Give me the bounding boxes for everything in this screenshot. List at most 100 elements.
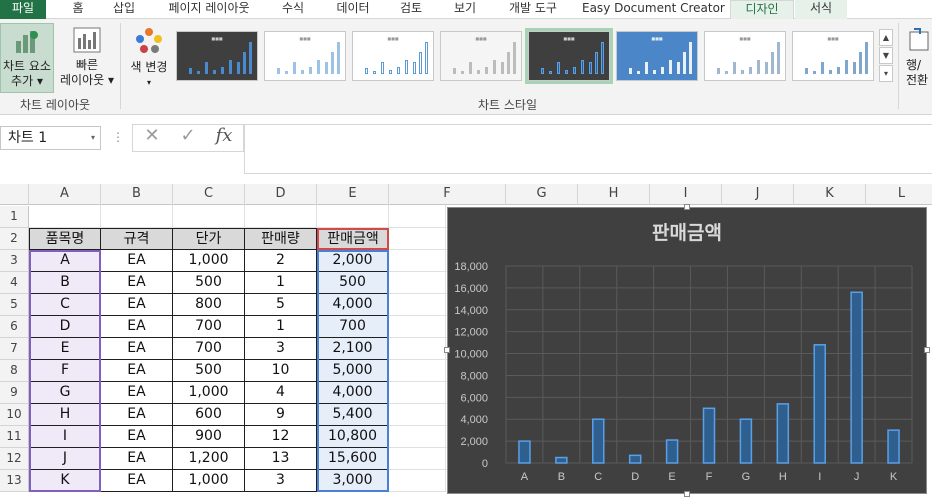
table-cell[interactable]: 10 bbox=[245, 360, 317, 382]
tab-view[interactable]: 보기 bbox=[444, 0, 486, 19]
table-cell[interactable]: 5,400 bbox=[317, 404, 389, 426]
column-header[interactable]: I bbox=[650, 184, 722, 205]
table-cell[interactable]: 4 bbox=[245, 382, 317, 404]
table-cell[interactable]: 1,000 bbox=[173, 382, 245, 404]
chart-style-1[interactable]: ■■■ bbox=[176, 31, 258, 81]
table-cell[interactable]: 500 bbox=[173, 360, 245, 382]
add-chart-element-button[interactable]: 차트 요소 추가 ▾ bbox=[0, 23, 54, 93]
row-header[interactable]: 7 bbox=[0, 338, 29, 360]
table-header-cell[interactable]: 규격 bbox=[101, 228, 173, 250]
switch-row-column-button[interactable]: 행/ 전환 bbox=[906, 23, 932, 93]
table-cell[interactable]: EA bbox=[101, 250, 173, 272]
resize-handle[interactable] bbox=[444, 347, 450, 353]
table-cell[interactable]: 700 bbox=[173, 338, 245, 360]
formula-input[interactable] bbox=[244, 124, 932, 174]
cancel-icon[interactable]: ✕ bbox=[137, 125, 167, 149]
table-cell[interactable]: 15,600 bbox=[317, 448, 389, 470]
table-header-cell[interactable]: 품목명 bbox=[29, 228, 101, 250]
quick-layout-button[interactable]: 빠른 레이아웃 ▾ bbox=[57, 23, 117, 93]
tab-home[interactable]: 홈 bbox=[60, 0, 96, 19]
chart-style-6[interactable]: ■■■ bbox=[616, 31, 698, 81]
table-cell[interactable]: 10,800 bbox=[317, 426, 389, 448]
table-cell[interactable]: EA bbox=[101, 338, 173, 360]
row-header[interactable]: 8 bbox=[0, 360, 29, 382]
table-cell[interactable]: H bbox=[29, 404, 101, 426]
table-cell[interactable]: 9 bbox=[245, 404, 317, 426]
table-cell[interactable]: 600 bbox=[173, 404, 245, 426]
table-cell[interactable]: B bbox=[29, 272, 101, 294]
tab-format[interactable]: 서식 bbox=[795, 0, 847, 19]
tab-review[interactable]: 검토 bbox=[390, 0, 432, 19]
chart-style-8[interactable]: ■■■ bbox=[792, 31, 874, 81]
column-header[interactable]: B bbox=[101, 184, 173, 205]
chart[interactable]: 판매금액 0 2,000 4,000 6,000 8,000 10,000 12,000 14… bbox=[447, 207, 927, 494]
row-header[interactable]: 3 bbox=[0, 250, 29, 272]
table-cell[interactable]: EA bbox=[101, 316, 173, 338]
table-cell[interactable]: 3 bbox=[245, 470, 317, 492]
table-cell[interactable]: 500 bbox=[317, 272, 389, 294]
row-header[interactable]: 4 bbox=[0, 272, 29, 294]
chart-style-7[interactable]: ■■■ bbox=[704, 31, 786, 81]
table-cell[interactable]: 4,000 bbox=[317, 294, 389, 316]
table-cell[interactable]: 1 bbox=[245, 316, 317, 338]
table-cell[interactable]: 1 bbox=[245, 272, 317, 294]
column-header[interactable]: F bbox=[389, 184, 506, 205]
resize-handle[interactable] bbox=[684, 491, 690, 497]
chart-style-3[interactable]: ■■■ bbox=[352, 31, 434, 81]
row-header[interactable]: 10 bbox=[0, 404, 29, 426]
tab-developer[interactable]: 개발 도구 bbox=[498, 0, 568, 19]
table-cell[interactable]: 2,100 bbox=[317, 338, 389, 360]
table-cell[interactable]: 3,000 bbox=[317, 470, 389, 492]
table-cell[interactable]: J bbox=[29, 448, 101, 470]
table-cell[interactable]: G bbox=[29, 382, 101, 404]
table-cell[interactable]: F bbox=[29, 360, 101, 382]
tab-formulas[interactable]: 수식 bbox=[272, 0, 314, 19]
table-cell[interactable]: 900 bbox=[173, 426, 245, 448]
column-header[interactable]: E bbox=[317, 184, 389, 205]
gallery-more-button[interactable]: ▾ bbox=[879, 65, 893, 82]
table-cell[interactable]: 1,200 bbox=[173, 448, 245, 470]
change-colors-button[interactable]: 색 변경 ▾ bbox=[124, 23, 174, 93]
table-cell[interactable]: 500 bbox=[173, 272, 245, 294]
more-options-icon[interactable]: ⋮ bbox=[112, 126, 124, 150]
table-cell[interactable]: 2 bbox=[245, 250, 317, 272]
enter-icon[interactable]: ✓ bbox=[173, 125, 203, 149]
resize-handle[interactable] bbox=[684, 204, 690, 210]
table-cell[interactable]: EA bbox=[101, 426, 173, 448]
column-header[interactable]: J bbox=[722, 184, 794, 205]
table-cell[interactable]: EA bbox=[101, 470, 173, 492]
table-cell[interactable]: EA bbox=[101, 448, 173, 470]
gallery-scroll-up-button[interactable]: ▲ bbox=[879, 29, 893, 46]
row-header[interactable]: 13 bbox=[0, 470, 29, 492]
table-cell[interactable]: A bbox=[29, 250, 101, 272]
table-cell[interactable]: 700 bbox=[317, 316, 389, 338]
table-cell[interactable]: 4,000 bbox=[317, 382, 389, 404]
chart-style-5-selected[interactable]: ■■■ bbox=[525, 28, 613, 84]
column-header[interactable]: C bbox=[173, 184, 245, 205]
table-header-cell[interactable]: 판매량 bbox=[245, 228, 317, 250]
table-cell[interactable]: 1,000 bbox=[173, 250, 245, 272]
table-cell[interactable]: 13 bbox=[245, 448, 317, 470]
column-header[interactable]: L bbox=[866, 184, 932, 205]
table-cell[interactable]: 700 bbox=[173, 316, 245, 338]
table-cell[interactable]: 2,000 bbox=[317, 250, 389, 272]
table-cell[interactable]: EA bbox=[101, 294, 173, 316]
chart-style-4[interactable]: ■■■ bbox=[440, 31, 522, 81]
row-header[interactable]: 9 bbox=[0, 382, 29, 404]
resize-handle[interactable] bbox=[924, 347, 930, 353]
column-header[interactable]: G bbox=[506, 184, 578, 205]
row-header[interactable]: 11 bbox=[0, 426, 29, 448]
select-all-corner[interactable] bbox=[0, 184, 29, 205]
table-cell[interactable]: EA bbox=[101, 382, 173, 404]
row-header[interactable]: 6 bbox=[0, 316, 29, 338]
table-cell[interactable]: 5,000 bbox=[317, 360, 389, 382]
chart-style-2[interactable]: ■■■ bbox=[264, 31, 346, 81]
table-cell[interactable]: EA bbox=[101, 404, 173, 426]
table-cell[interactable]: K bbox=[29, 470, 101, 492]
insert-function-icon[interactable]: fx bbox=[209, 125, 239, 149]
row-header[interactable]: 12 bbox=[0, 448, 29, 470]
tab-file[interactable]: 파일 bbox=[0, 0, 46, 19]
table-cell[interactable]: 800 bbox=[173, 294, 245, 316]
table-cell[interactable]: E bbox=[29, 338, 101, 360]
table-cell[interactable]: I bbox=[29, 426, 101, 448]
